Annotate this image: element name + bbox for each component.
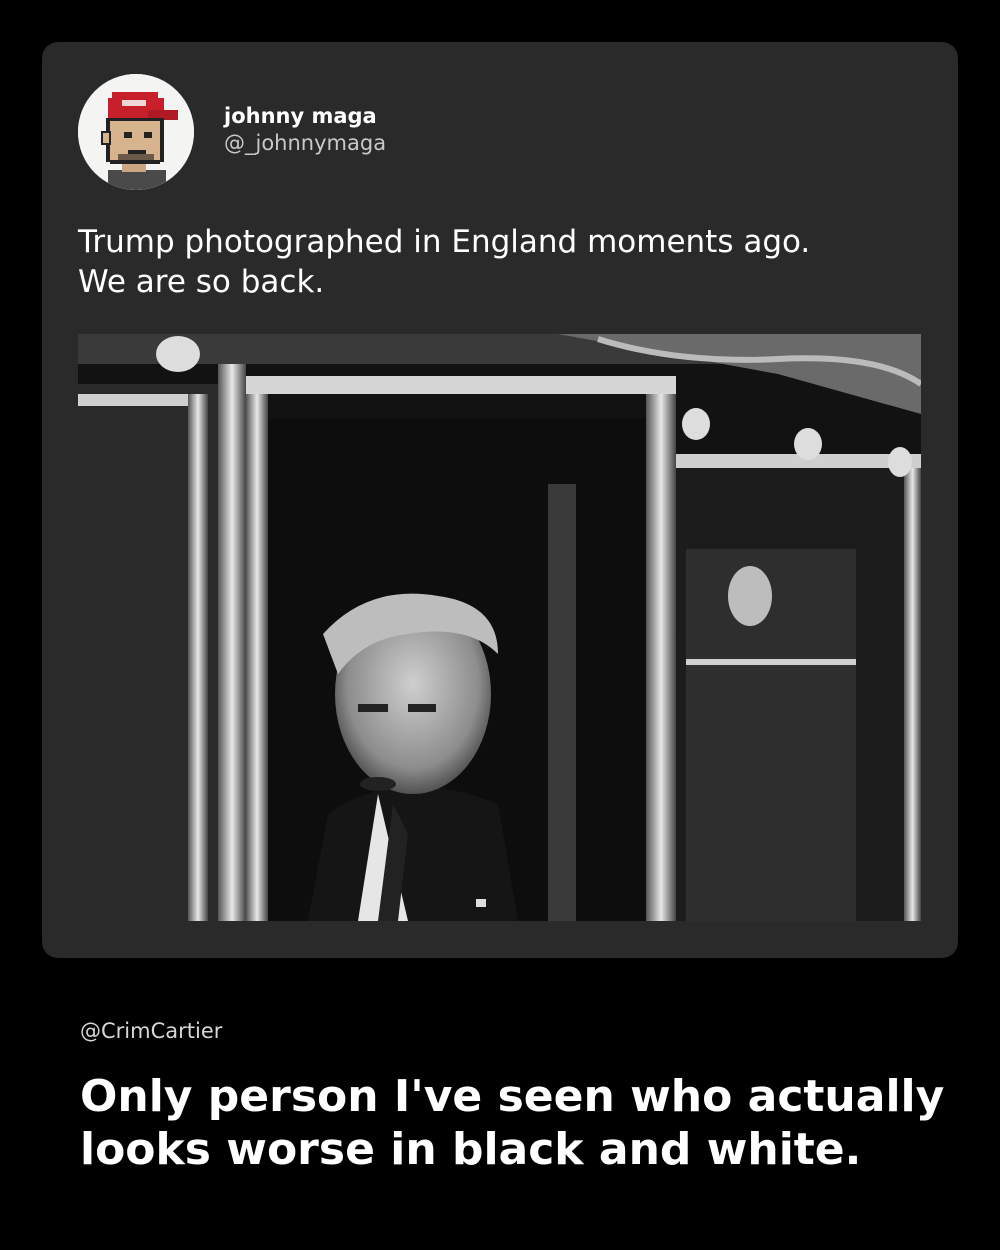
author-display-name[interactable]: johnny maga — [224, 104, 377, 128]
tweet-card: johnny maga @_johnnymaga Trump photograp… — [42, 42, 958, 958]
author-handle[interactable]: @_johnnymaga — [224, 131, 386, 155]
meme-credit: @CrimCartier — [80, 1019, 223, 1043]
tweet-text-line: Trump photographed in England moments ag… — [78, 224, 811, 260]
caption-line: looks worse in black and white. — [80, 1124, 862, 1175]
avatar[interactable] — [78, 74, 194, 190]
tweet-photo[interactable] — [78, 334, 921, 921]
tweet-text-line: We are so back. — [78, 264, 325, 300]
meme-caption: Only person I've seen who actually looks… — [80, 1070, 960, 1176]
carriage-photo-image — [78, 334, 921, 921]
pixel-avatar-icon — [78, 74, 194, 190]
tweet-text: Trump photographed in England moments ag… — [78, 222, 938, 302]
caption-line: Only person I've seen who actually — [80, 1071, 945, 1122]
